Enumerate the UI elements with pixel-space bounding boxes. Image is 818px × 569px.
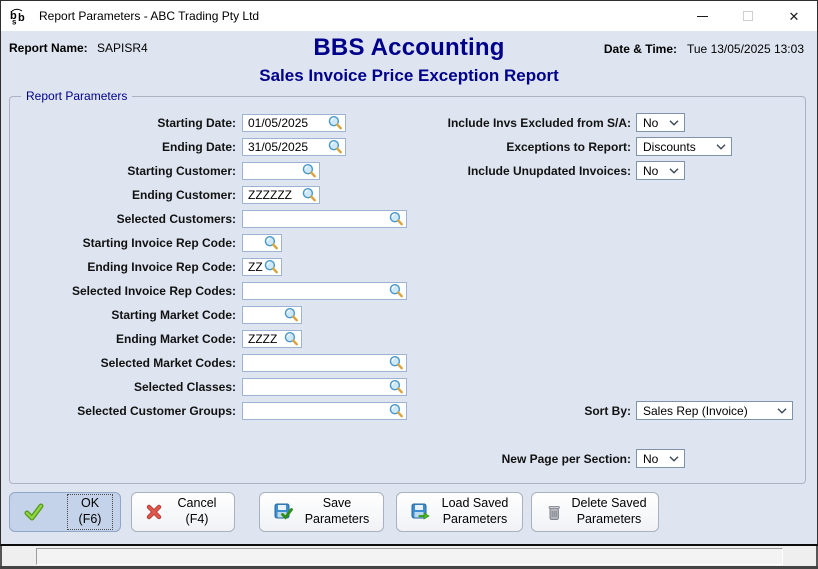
cross-icon [146,504,162,520]
bbs-logo-icon: b s b [9,6,31,26]
include-unupdated-invoices-label: Include Unupdated Invoices: [467,163,631,178]
starting-date-label: Starting Date: [157,116,236,130]
maximize-icon [743,11,753,21]
chevron-down-icon [777,407,787,414]
field-row: Selected Classes: [1,378,407,396]
field-row: Include Unupdated Invoices: No [337,161,685,180]
chevron-down-icon [716,143,726,150]
magnifier-icon[interactable] [283,331,300,347]
field-row: Ending Invoice Rep Code: ZZ [1,258,282,276]
field-row: Selected Invoice Rep Codes: [1,282,407,300]
ending-date-input[interactable]: 31/05/2025 [242,138,346,156]
field-row: Starting Invoice Rep Code: [1,234,282,252]
status-bar [0,546,818,566]
ending-invoice-rep-code-input[interactable]: ZZ [242,258,282,276]
window-title: Report Parameters - ABC Trading Pty Ltd [39,9,260,23]
field-row: Selected Customers: [1,210,407,228]
sort-by-select[interactable]: Sales Rep (Invoice) [636,401,793,420]
status-panel [36,548,783,565]
datetime: Date & Time: Tue 13/05/2025 13:03 [604,42,804,56]
magnifier-icon[interactable] [388,379,405,395]
trash-icon [546,504,562,521]
selected-classes-label: Selected Classes: [133,380,236,394]
svg-text:s: s [12,18,17,26]
chevron-down-icon [669,119,679,126]
chevron-down-icon [669,167,679,174]
close-button[interactable]: ✕ [771,1,817,31]
ok-button[interactable]: OK (F6) [9,492,121,532]
starting-date-input[interactable]: 01/05/2025 [242,114,346,132]
save-disk-icon [274,503,293,521]
include-invs-excluded-select[interactable]: No [636,113,685,132]
exceptions-to-report-select[interactable]: Discounts [636,137,732,156]
field-row: New Page per Section: No [337,449,685,468]
include-unupdated-invoices-select[interactable]: No [636,161,685,180]
include-invs-excluded-label: Include Invs Excluded from S/A: [447,115,631,130]
magnifier-icon[interactable] [301,187,318,203]
selected-customers-label: Selected Customers: [116,212,236,226]
chevron-down-icon [669,455,679,462]
selected-customer-groups-label: Selected Customer Groups: [77,404,236,418]
field-row: Ending Customer: ZZZZZZ [1,186,320,204]
delete-saved-parameters-button[interactable]: Delete Saved Parameters [531,492,659,532]
minimize-icon [696,15,708,17]
field-row: Sort By: Sales Rep (Invoice) [337,401,793,420]
selected-customers-input[interactable] [242,210,407,228]
field-row: Selected Market Codes: [1,354,407,372]
ending-market-code-label: Ending Market Code: [115,332,236,346]
exceptions-to-report-label: Exceptions to Report: [506,139,631,154]
field-row: Exceptions to Report: Discounts [337,137,732,156]
selected-market-codes-input[interactable] [242,354,407,372]
field-row: Starting Date: 01/05/2025 [1,114,346,132]
magnifier-icon[interactable] [388,283,405,299]
magnifier-icon[interactable] [388,211,405,227]
groupbox-legend: Report Parameters [21,89,133,103]
minimize-button[interactable] [679,1,725,31]
starting-invoice-rep-code-label: Starting Invoice Rep Code: [82,236,236,250]
load-disk-icon [411,503,430,521]
starting-market-code-input[interactable] [242,306,302,324]
ending-date-label: Ending Date: [162,140,236,154]
application-window: b s b Report Parameters - ABC Trading Pt… [0,0,818,569]
field-row: Starting Customer: [1,162,320,180]
starting-invoice-rep-code-input[interactable] [242,234,282,252]
svg-text:b: b [18,12,25,24]
selected-classes-input[interactable] [242,378,407,396]
page-title: Sales Invoice Price Exception Report [259,66,559,85]
ending-customer-input[interactable]: ZZZZZZ [242,186,320,204]
magnifier-icon[interactable] [283,307,300,323]
ending-invoice-rep-code-label: Ending Invoice Rep Code: [87,260,236,274]
ending-market-code-input[interactable]: ZZZZ [242,330,302,348]
selected-market-codes-label: Selected Market Codes: [100,356,236,370]
save-parameters-button[interactable]: Save Parameters [259,492,384,532]
field-row: Ending Date: 31/05/2025 [1,138,346,156]
starting-customer-label: Starting Customer: [127,164,236,178]
magnifier-icon[interactable] [301,163,318,179]
check-icon [24,503,44,521]
selected-invoice-rep-codes-input[interactable] [242,282,407,300]
title-bar[interactable]: b s b Report Parameters - ABC Trading Pt… [1,1,817,31]
ending-customer-label: Ending Customer: [132,188,236,202]
sort-by-label: Sort By: [584,403,631,418]
close-icon: ✕ [788,8,800,24]
new-page-per-section-label: New Page per Section: [501,451,631,466]
maximize-button [725,1,771,31]
field-row: Starting Market Code: [1,306,302,324]
magnifier-icon[interactable] [263,235,280,251]
field-row: Include Invs Excluded from S/A: No [337,113,685,132]
cancel-button[interactable]: Cancel (F4) [131,492,235,532]
selected-invoice-rep-codes-label: Selected Invoice Rep Codes: [71,284,236,298]
datetime-label: Date & Time: [603,42,677,56]
datetime-value: Tue 13/05/2025 13:03 [687,42,804,56]
starting-customer-input[interactable] [242,162,320,180]
magnifier-icon[interactable] [263,259,280,275]
field-row: Ending Market Code: ZZZZ [1,330,302,348]
report-parameters-dialog: b s b Report Parameters - ABC Trading Pt… [0,0,818,546]
load-saved-parameters-button[interactable]: Load Saved Parameters [396,492,523,532]
starting-market-code-label: Starting Market Code: [111,308,236,322]
new-page-per-section-select[interactable]: No [636,449,685,468]
magnifier-icon[interactable] [388,355,405,371]
